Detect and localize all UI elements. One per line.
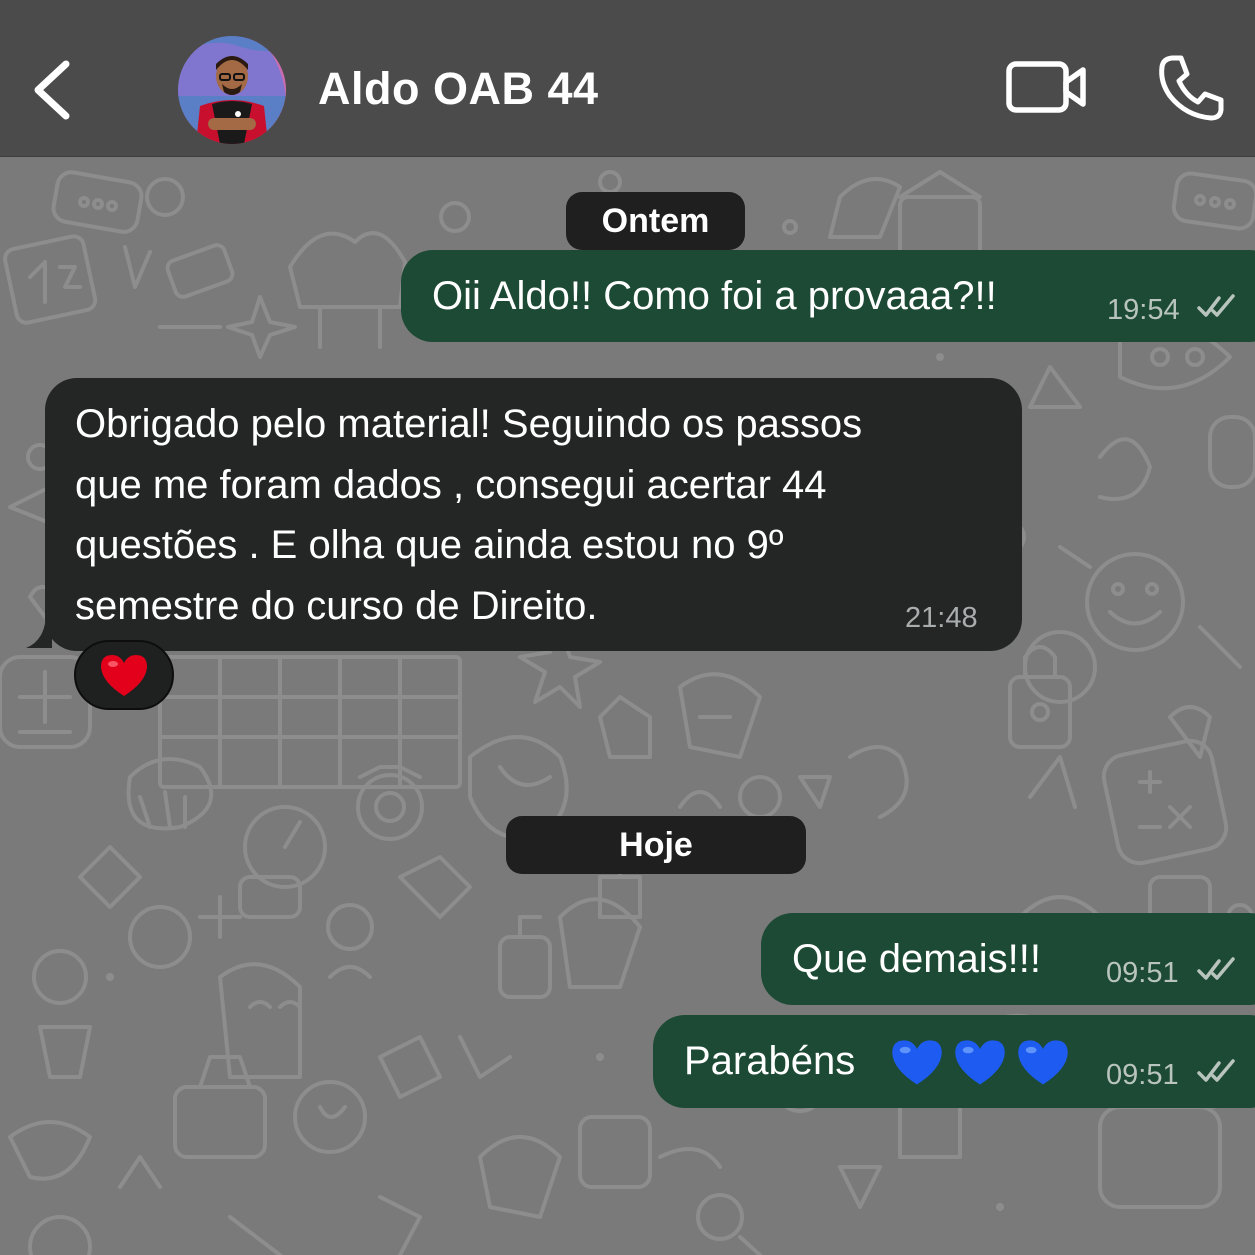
date-label: Hoje	[619, 826, 693, 864]
date-separator-today: Hoje	[506, 816, 806, 874]
avatar-photo	[178, 36, 286, 144]
back-chevron-icon	[34, 60, 70, 120]
avatar[interactable]	[178, 36, 286, 144]
message-time: 19:54	[1107, 294, 1180, 326]
red-heart-icon	[101, 655, 147, 696]
message-text: Oii Aldo!! Como foi a provaaa?!!	[432, 274, 997, 318]
message-time: 09:51	[1106, 1059, 1179, 1091]
date-label: Ontem	[601, 202, 710, 240]
double-check-icon	[1197, 1059, 1235, 1082]
message-text: Parabéns	[684, 1039, 856, 1083]
date-separator-yesterday: Ontem	[566, 192, 745, 250]
video-camera-icon	[1006, 61, 1086, 113]
chat-area[interactable]: Ontem Oii Aldo!! Como foi a provaaa?!! 1…	[0, 157, 1255, 1255]
message-time: 21:48	[905, 602, 978, 634]
message-text: Obrigado pelo material! Seguindo os pass…	[75, 394, 862, 636]
phone-icon	[1159, 55, 1224, 121]
message-text: Que demais!!!	[792, 937, 1042, 981]
message-line: Obrigado pelo material! Seguindo os pass…	[75, 402, 863, 446]
message-time: 09:51	[1106, 957, 1179, 989]
message-line: semestre do curso de Direito.	[75, 583, 598, 628]
voice-call-button[interactable]	[1150, 50, 1230, 126]
message-outgoing[interactable]: Que demais!!! 09:51	[761, 913, 1255, 1005]
message-outgoing[interactable]: Oii Aldo!! Como foi a provaaa?!! 19:54	[401, 250, 1255, 342]
blue-heart-icon	[892, 1040, 942, 1085]
message-incoming[interactable]: Obrigado pelo material! Seguindo os pass…	[45, 378, 1022, 651]
reaction-badge[interactable]	[74, 640, 174, 710]
chat-header: Aldo OAB 44	[0, 0, 1255, 157]
double-check-icon	[1197, 957, 1235, 980]
message-outgoing[interactable]: Parabéns 09:51	[653, 1015, 1255, 1108]
message-line: que me foram dados , consegui acertar 44	[75, 462, 827, 507]
message-line: questões . E olha que ainda estou no 9º	[75, 523, 784, 567]
video-call-button[interactable]	[1000, 52, 1092, 124]
back-button[interactable]	[22, 52, 82, 128]
double-check-icon	[1197, 294, 1235, 317]
contact-name[interactable]: Aldo OAB 44	[318, 58, 599, 120]
bubble-tail	[26, 612, 52, 648]
blue-heart-icon	[1018, 1040, 1068, 1085]
blue-heart-icon	[955, 1040, 1005, 1085]
